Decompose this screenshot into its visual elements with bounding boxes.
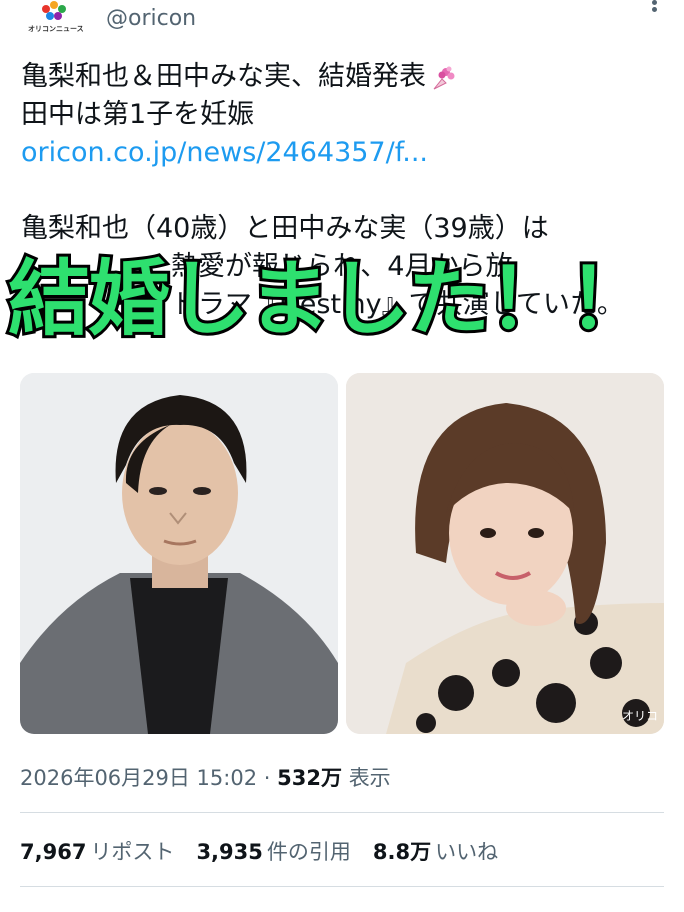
quotes-stat[interactable]: 3,935 件の引用 bbox=[196, 840, 350, 864]
divider-top bbox=[20, 812, 664, 813]
woman-portrait-image bbox=[346, 373, 664, 734]
more-options-icon[interactable] bbox=[646, 0, 662, 14]
likes-stat[interactable]: 8.8万 いいね bbox=[373, 840, 498, 864]
photo-woman[interactable]: オリコ bbox=[346, 373, 664, 734]
account-handle[interactable]: @oricon bbox=[106, 6, 196, 31]
reposts-label: リポスト bbox=[90, 840, 175, 864]
likes-label: いいね bbox=[435, 840, 499, 864]
logo-text: オリコンニュース bbox=[28, 25, 84, 33]
reposts-count: 7,967 bbox=[20, 840, 87, 864]
engagement-stats: 7,967 リポスト 3,935 件の引用 8.8万 いいね bbox=[20, 836, 498, 866]
news-link[interactable]: oricon.co.jp/news/2464357/f... bbox=[21, 134, 661, 172]
bouquet-icon bbox=[433, 66, 455, 89]
quotes-label: 件の引用 bbox=[266, 840, 351, 864]
man-portrait-image bbox=[20, 373, 338, 734]
image-watermark: オリコ bbox=[621, 709, 658, 723]
tweet-datetime[interactable]: 2026年06月29日 15:02 bbox=[20, 766, 257, 790]
views-label: 表示 bbox=[348, 766, 391, 790]
tweet-line: 亀梨和也＆田中みな実、結婚発表 bbox=[21, 58, 661, 96]
tweet-subheadline: 田中は第1子を妊娠 bbox=[21, 99, 255, 130]
tweet-headline: 亀梨和也＆田中みな実、結婚発表 bbox=[21, 61, 426, 92]
divider-bottom bbox=[20, 886, 664, 887]
photo-man[interactable] bbox=[20, 373, 338, 734]
tweet-meta: 2026年06月29日 15:02 · 532万 表示 bbox=[20, 762, 391, 792]
reposts-stat[interactable]: 7,967 リポスト bbox=[20, 840, 174, 864]
overlay-caption: 結婚しました！！ bbox=[5, 249, 653, 350]
views-count: 532万 bbox=[277, 766, 342, 790]
oricon-logo-icon bbox=[42, 1, 66, 20]
account-avatar[interactable]: オリコンニュース bbox=[28, 0, 84, 40]
meta-separator: · bbox=[263, 766, 271, 790]
likes-count: 8.8万 bbox=[372, 840, 432, 864]
quotes-count: 3,935 bbox=[196, 840, 263, 864]
